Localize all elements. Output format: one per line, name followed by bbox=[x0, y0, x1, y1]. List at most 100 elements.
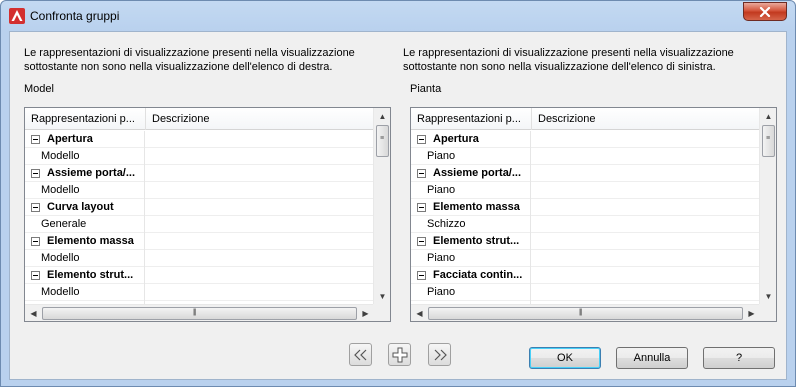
row-label: Elemento massa bbox=[433, 201, 520, 213]
scroll-up-icon[interactable]: ▲ bbox=[374, 108, 390, 125]
description-cell bbox=[146, 250, 375, 267]
description-cell bbox=[146, 148, 375, 165]
scroll-corner bbox=[373, 304, 390, 321]
right-vertical-scroll-thumb[interactable]: ≡ bbox=[762, 125, 775, 157]
dialog-window: Confronta gruppi Le rappresentazioni di … bbox=[0, 0, 796, 387]
right-vertical-scrollbar[interactable]: ▲ ≡ ▼ bbox=[759, 108, 776, 305]
item-name: Schizzo bbox=[411, 216, 531, 233]
list-group-row[interactable]: Assieme porta/... bbox=[411, 165, 761, 182]
move-right-button[interactable] bbox=[428, 343, 451, 366]
description-cell bbox=[532, 182, 761, 199]
list-group-row[interactable]: Apertura bbox=[411, 131, 761, 148]
list-item[interactable]: Piano bbox=[411, 250, 761, 267]
dialog-content: Le rappresentazioni di visualizzazione p… bbox=[9, 31, 787, 380]
list-group-row[interactable]: Elemento strut... bbox=[411, 233, 761, 250]
row-label: Curva layout bbox=[47, 201, 114, 213]
add-button[interactable] bbox=[388, 343, 411, 366]
scroll-right-icon[interactable]: ▶ bbox=[743, 305, 760, 321]
scroll-down-icon[interactable]: ▼ bbox=[760, 288, 776, 305]
left-description: Le rappresentazioni di visualizzazione p… bbox=[24, 47, 355, 73]
description-cell bbox=[146, 165, 375, 182]
list-item[interactable]: Piano bbox=[411, 182, 761, 199]
list-group-row[interactable]: Curva layout bbox=[25, 199, 375, 216]
column-header-representations[interactable]: Rappresentazioni p... bbox=[25, 108, 146, 130]
list-group-row[interactable]: Elemento massa bbox=[411, 199, 761, 216]
scroll-down-icon[interactable]: ▼ bbox=[374, 288, 390, 305]
left-vertical-scroll-thumb[interactable]: ≡ bbox=[376, 125, 389, 157]
row-label: Apertura bbox=[47, 133, 93, 145]
list-group-row[interactable]: Assieme porta/... bbox=[25, 165, 375, 182]
list-item[interactable]: Modello bbox=[25, 182, 375, 199]
right-description: Le rappresentazioni di visualizzazione p… bbox=[403, 47, 734, 73]
scroll-up-icon[interactable]: ▲ bbox=[760, 108, 776, 125]
group-name: Elemento massa bbox=[25, 233, 145, 250]
group-name: Elemento strut... bbox=[25, 267, 145, 284]
title-bar[interactable]: Confronta gruppi bbox=[1, 1, 795, 31]
list-item[interactable]: Modello bbox=[25, 250, 375, 267]
left-vertical-scrollbar[interactable]: ▲ ≡ ▼ bbox=[373, 108, 390, 305]
column-header-description[interactable]: Descrizione bbox=[532, 108, 760, 130]
double-chevron-right-icon bbox=[434, 349, 447, 360]
autocad-logo-icon bbox=[9, 8, 25, 24]
description-cell bbox=[146, 216, 375, 233]
plus-icon bbox=[392, 347, 407, 362]
close-button[interactable] bbox=[743, 2, 787, 21]
list-item[interactable]: Piano bbox=[411, 148, 761, 165]
row-label: Generale bbox=[41, 218, 87, 230]
list-group-row[interactable]: Apertura bbox=[25, 131, 375, 148]
list-group-row[interactable]: Facciata contin... bbox=[411, 267, 761, 284]
item-name: Piano bbox=[411, 148, 531, 165]
close-icon bbox=[759, 6, 771, 17]
scroll-right-icon[interactable]: ▶ bbox=[357, 305, 374, 321]
row-label: Assieme porta/... bbox=[433, 167, 522, 179]
description-cell bbox=[532, 284, 761, 301]
list-item[interactable]: Generale bbox=[25, 216, 375, 233]
row-label: Apertura bbox=[433, 133, 479, 145]
ok-button[interactable]: OK bbox=[529, 347, 601, 369]
left-horizontal-scroll-thumb[interactable]: ||| bbox=[42, 307, 357, 320]
right-horizontal-scrollbar[interactable]: ◀ ||| ▶ bbox=[411, 304, 760, 321]
list-item[interactable]: Modello bbox=[25, 284, 375, 301]
column-header-description[interactable]: Descrizione bbox=[146, 108, 374, 130]
description-cell bbox=[532, 250, 761, 267]
item-name: Modello bbox=[25, 284, 145, 301]
description-cell bbox=[532, 131, 761, 148]
scroll-left-icon[interactable]: ◀ bbox=[25, 305, 42, 321]
left-panel-label: Model bbox=[24, 83, 54, 95]
list-group-row[interactable]: Elemento strut... bbox=[25, 267, 375, 284]
item-name: Modello bbox=[25, 148, 145, 165]
left-horizontal-scrollbar[interactable]: ◀ ||| ▶ bbox=[25, 304, 374, 321]
column-header-representations[interactable]: Rappresentazioni p... bbox=[411, 108, 532, 130]
help-button[interactable]: ? bbox=[703, 347, 775, 369]
list-item[interactable]: Schizzo bbox=[411, 216, 761, 233]
group-name: Assieme porta/... bbox=[411, 165, 531, 182]
window-title: Confronta gruppi bbox=[30, 9, 120, 23]
group-name: Curva layout bbox=[25, 199, 145, 216]
group-name: Elemento massa bbox=[411, 199, 531, 216]
list-item[interactable]: Modello bbox=[25, 148, 375, 165]
item-name: Generale bbox=[25, 216, 145, 233]
row-label: Modello bbox=[41, 252, 80, 264]
description-cell bbox=[532, 216, 761, 233]
item-name: Piano bbox=[411, 284, 531, 301]
list-group-row[interactable]: Elemento massa bbox=[25, 233, 375, 250]
scroll-left-icon[interactable]: ◀ bbox=[411, 305, 428, 321]
description-cell bbox=[532, 165, 761, 182]
row-label: Elemento strut... bbox=[47, 269, 134, 281]
move-left-button[interactable] bbox=[349, 343, 372, 366]
description-cell bbox=[532, 148, 761, 165]
left-list[interactable]: Rappresentazioni p... Descrizione Apertu… bbox=[24, 107, 391, 322]
list-item[interactable]: Piano bbox=[411, 284, 761, 301]
row-label: Modello bbox=[41, 184, 80, 196]
left-list-rows: Apertura Modello Assieme porta/... Modello C… bbox=[25, 131, 375, 318]
right-horizontal-scroll-thumb[interactable]: ||| bbox=[428, 307, 743, 320]
cancel-button[interactable]: Annulla bbox=[616, 347, 688, 369]
item-name: Piano bbox=[411, 250, 531, 267]
description-cell bbox=[146, 284, 375, 301]
row-label: Modello bbox=[41, 150, 80, 162]
row-label: Assieme porta/... bbox=[47, 167, 136, 179]
item-name: Piano bbox=[411, 182, 531, 199]
group-name: Facciata contin... bbox=[411, 267, 531, 284]
double-chevron-left-icon bbox=[353, 349, 366, 360]
right-list[interactable]: Rappresentazioni p... Descrizione Apertu… bbox=[410, 107, 777, 322]
